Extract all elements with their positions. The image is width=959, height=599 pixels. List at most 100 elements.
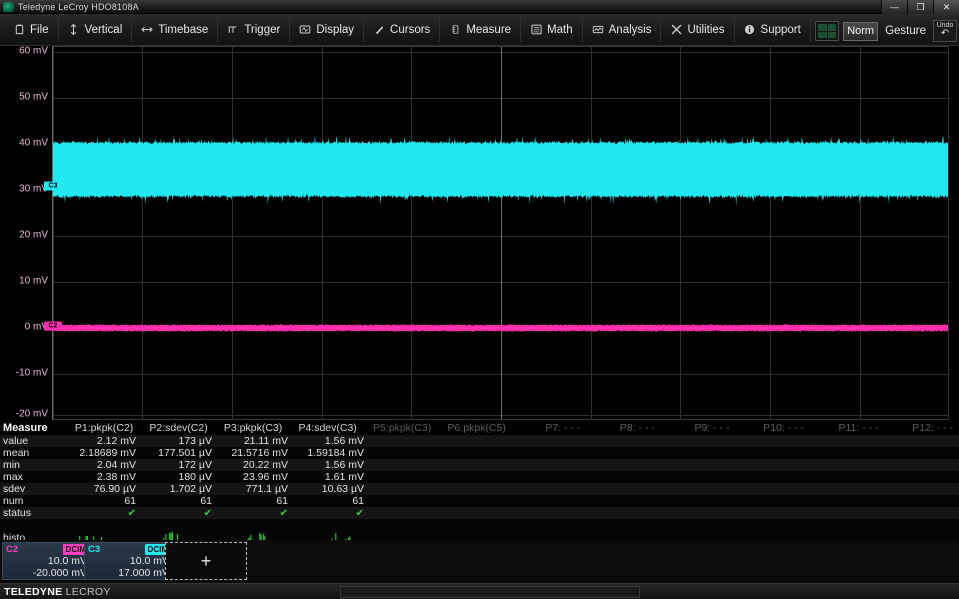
measure-cell: 173 µV bbox=[142, 435, 218, 447]
channel-marker-c3-line bbox=[53, 192, 69, 193]
measure-col-p5[interactable]: P5:pkpk(C3) bbox=[363, 422, 438, 434]
menubar-right-tools: Norm Gesture Undo ↶ bbox=[815, 17, 957, 45]
window-title: Teledyne LeCroy HDO8108A bbox=[18, 2, 139, 12]
cursor-icon bbox=[373, 24, 385, 36]
measure-col-p10[interactable]: P10: - - - bbox=[735, 422, 810, 434]
y-tick-label: 40 mV bbox=[19, 138, 48, 149]
channel-c3-name: C3 bbox=[85, 544, 100, 555]
measure-cell: 2.12 mV bbox=[66, 435, 142, 447]
taskbar-window-slot[interactable] bbox=[340, 586, 640, 598]
measure-cell: 61 bbox=[294, 495, 370, 507]
menu-item-timebase[interactable]: Timebase bbox=[132, 18, 218, 42]
graticule[interactable]: C3 C2 bbox=[52, 46, 949, 420]
y-tick-label: -20 mV bbox=[16, 409, 48, 420]
measure-cell: 61 bbox=[142, 495, 218, 507]
analysis-wave-icon bbox=[592, 24, 604, 36]
y-tick-label: -10 mV bbox=[16, 368, 48, 379]
measure-cell: 10.63 µV bbox=[294, 483, 370, 495]
table-row: status ✔ ✔ ✔ ✔ bbox=[0, 507, 959, 519]
menu-item-measure-label: Measure bbox=[466, 24, 511, 36]
grid-layout-icon[interactable] bbox=[815, 21, 839, 41]
minimize-button[interactable]: — bbox=[881, 0, 907, 14]
undo-arrow-icon: ↶ bbox=[941, 29, 949, 40]
undo-button[interactable]: Undo ↶ bbox=[933, 20, 957, 42]
channel-c2-scale: 10.0 mV bbox=[3, 555, 91, 567]
status-badge: ✔ bbox=[218, 508, 294, 519]
trigger-slope-icon bbox=[227, 24, 239, 36]
measure-col-p3[interactable]: P3:pkpk(C3) bbox=[214, 422, 289, 434]
bottom-status-bar: C2 DCIM 10.0 mV -20.000 mV C3 DCIM 10.0 … bbox=[0, 540, 959, 583]
measure-title: Measure bbox=[0, 422, 65, 434]
vertical-arrows-icon bbox=[68, 24, 80, 36]
waveform-display[interactable]: 60 mV 50 mV 40 mV 30 mV 20 mV 10 mV 0 mV… bbox=[0, 46, 959, 420]
measure-cell: 20.22 mV bbox=[218, 459, 294, 471]
menu-item-utilities[interactable]: Utilities bbox=[661, 18, 734, 42]
menu-item-trigger[interactable]: Trigger bbox=[218, 18, 290, 42]
measure-col-p12[interactable]: P12: - - - bbox=[885, 422, 959, 434]
wrench-icon bbox=[670, 24, 682, 36]
file-icon bbox=[13, 24, 25, 36]
brand-logo: TELEDYNE LECROY bbox=[0, 586, 111, 598]
trigger-mode-norm-button[interactable]: Norm bbox=[843, 22, 878, 41]
channel-c2-offset: -20.000 mV bbox=[3, 567, 91, 579]
y-tick-label: 10 mV bbox=[19, 276, 48, 287]
measure-cell: 61 bbox=[66, 495, 142, 507]
measure-cell: 180 µV bbox=[142, 471, 218, 483]
channel-marker-c2[interactable]: C2 bbox=[44, 322, 62, 331]
measure-col-p8[interactable]: P8: - - - bbox=[586, 422, 661, 434]
channel-c2-name: C2 bbox=[3, 544, 18, 555]
menu-item-math[interactable]: Math bbox=[521, 18, 583, 42]
measure-col-p9[interactable]: P9: - - - bbox=[661, 422, 736, 434]
menu-item-cursors-label: Cursors bbox=[390, 24, 430, 36]
measure-cell: 21.5716 mV bbox=[218, 447, 294, 459]
channel-descriptor-c3[interactable]: C3 DCIM 10.0 mV 17.000 mV bbox=[84, 542, 174, 580]
measure-col-p4[interactable]: P4:sdev(C3) bbox=[288, 422, 363, 434]
channel-c3-scale: 10.0 mV bbox=[85, 555, 173, 567]
waveform-trace-c3 bbox=[53, 127, 948, 217]
measure-cell: 2.38 mV bbox=[66, 471, 142, 483]
measure-cell: 1.56 mV bbox=[294, 435, 370, 447]
window-controls: — ❐ ✕ bbox=[881, 0, 959, 14]
channel-descriptor-c2[interactable]: C2 DCIM 10.0 mV -20.000 mV bbox=[2, 542, 92, 580]
measure-header-row: Measure P1:pkpk(C2) P2:sdev(C2) P3:pkpk(… bbox=[0, 422, 959, 434]
measure-col-p7[interactable]: P7: - - - bbox=[512, 422, 587, 434]
menu-item-analysis[interactable]: Analysis bbox=[583, 18, 662, 42]
measure-row-label: num bbox=[0, 495, 66, 507]
menu-item-cursors[interactable]: Cursors bbox=[364, 18, 440, 42]
y-tick-label: 60 mV bbox=[19, 46, 48, 57]
status-badge: ✔ bbox=[66, 508, 142, 519]
brand-bold: TELEDYNE bbox=[4, 586, 62, 598]
window-titlebar: Teledyne LeCroy HDO8108A — ❐ ✕ bbox=[0, 0, 959, 14]
measure-cell: 1.702 µV bbox=[142, 483, 218, 495]
measure-col-p2[interactable]: P2:sdev(C2) bbox=[139, 422, 214, 434]
app-logo-icon bbox=[3, 2, 14, 12]
close-button[interactable]: ✕ bbox=[933, 0, 959, 14]
measure-col-p6[interactable]: P6:pkpk(C5) bbox=[437, 422, 512, 434]
maximize-button[interactable]: ❐ bbox=[907, 0, 933, 14]
menu-item-support[interactable]: Support bbox=[735, 18, 811, 42]
measure-cell: 771.1 µV bbox=[218, 483, 294, 495]
measure-cell: 21.11 mV bbox=[218, 435, 294, 447]
menu-item-math-label: Math bbox=[547, 24, 573, 36]
measure-cell: 1.61 mV bbox=[294, 471, 370, 483]
channel-marker-c3[interactable]: C3 bbox=[44, 182, 62, 191]
menu-item-measure[interactable]: Measure bbox=[440, 18, 521, 42]
display-monitor-icon bbox=[299, 24, 311, 36]
table-row: min 2.04 mV 172 µV 20.22 mV 1.56 mV bbox=[0, 459, 959, 471]
menu-item-display[interactable]: Display bbox=[290, 18, 364, 42]
add-channel-button[interactable]: + bbox=[165, 542, 247, 580]
measure-icon bbox=[449, 24, 461, 36]
channel-c3-offset: 17.000 mV bbox=[85, 567, 173, 579]
measure-col-p1[interactable]: P1:pkpk(C2) bbox=[65, 422, 140, 434]
menu-item-file[interactable]: File bbox=[4, 18, 59, 42]
table-row: num 61 61 61 61 bbox=[0, 495, 959, 507]
measure-row-label: mean bbox=[0, 447, 66, 459]
table-row: max 2.38 mV 180 µV 23.96 mV 1.61 mV bbox=[0, 471, 959, 483]
measurement-table[interactable]: Measure P1:pkpk(C2) P2:sdev(C2) P3:pkpk(… bbox=[0, 422, 959, 540]
measure-col-p11[interactable]: P11: - - - bbox=[810, 422, 885, 434]
horizontal-arrows-icon bbox=[141, 24, 153, 36]
measure-cell: 177.501 µV bbox=[142, 447, 218, 459]
gesture-label[interactable]: Gesture bbox=[882, 25, 929, 37]
menu-item-vertical[interactable]: Vertical bbox=[59, 18, 133, 42]
measure-cell: 2.18689 mV bbox=[66, 447, 142, 459]
